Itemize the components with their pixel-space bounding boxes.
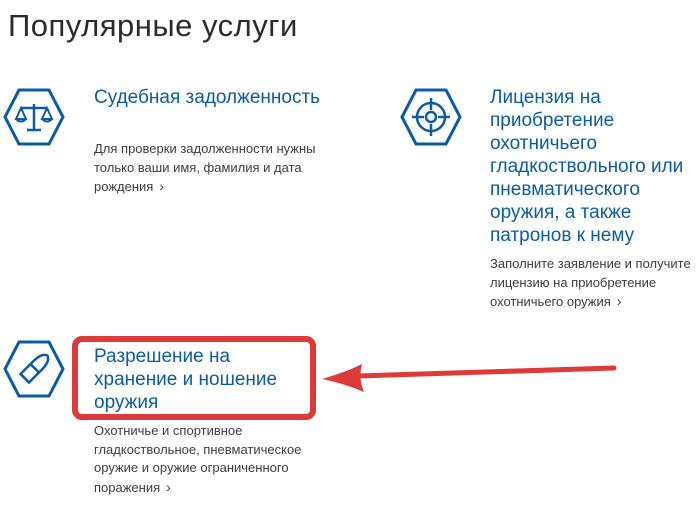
annotation-arrow-icon — [318, 358, 618, 398]
bullet-icon — [3, 338, 65, 400]
chevron-right-icon[interactable]: › — [166, 478, 171, 497]
annotation-highlight-box — [72, 336, 316, 420]
page-title: Популярные услуги — [8, 8, 298, 43]
service-description[interactable]: Охотничье и спортивное гладкоствольное, … — [94, 422, 324, 497]
service-title-link[interactable]: Лицензия на приобретение охотничьего гла… — [490, 86, 700, 247]
service-title-link[interactable]: Судебная задолженность — [94, 86, 354, 109]
scales-icon — [3, 86, 65, 148]
crosshair-icon — [400, 86, 462, 148]
chevron-right-icon[interactable]: › — [617, 292, 622, 311]
chevron-right-icon[interactable]: › — [159, 177, 164, 196]
service-description[interactable]: Для проверки задолженности нужны только … — [94, 140, 324, 197]
service-description[interactable]: Заполните заявление и получите лицензию … — [490, 255, 700, 312]
